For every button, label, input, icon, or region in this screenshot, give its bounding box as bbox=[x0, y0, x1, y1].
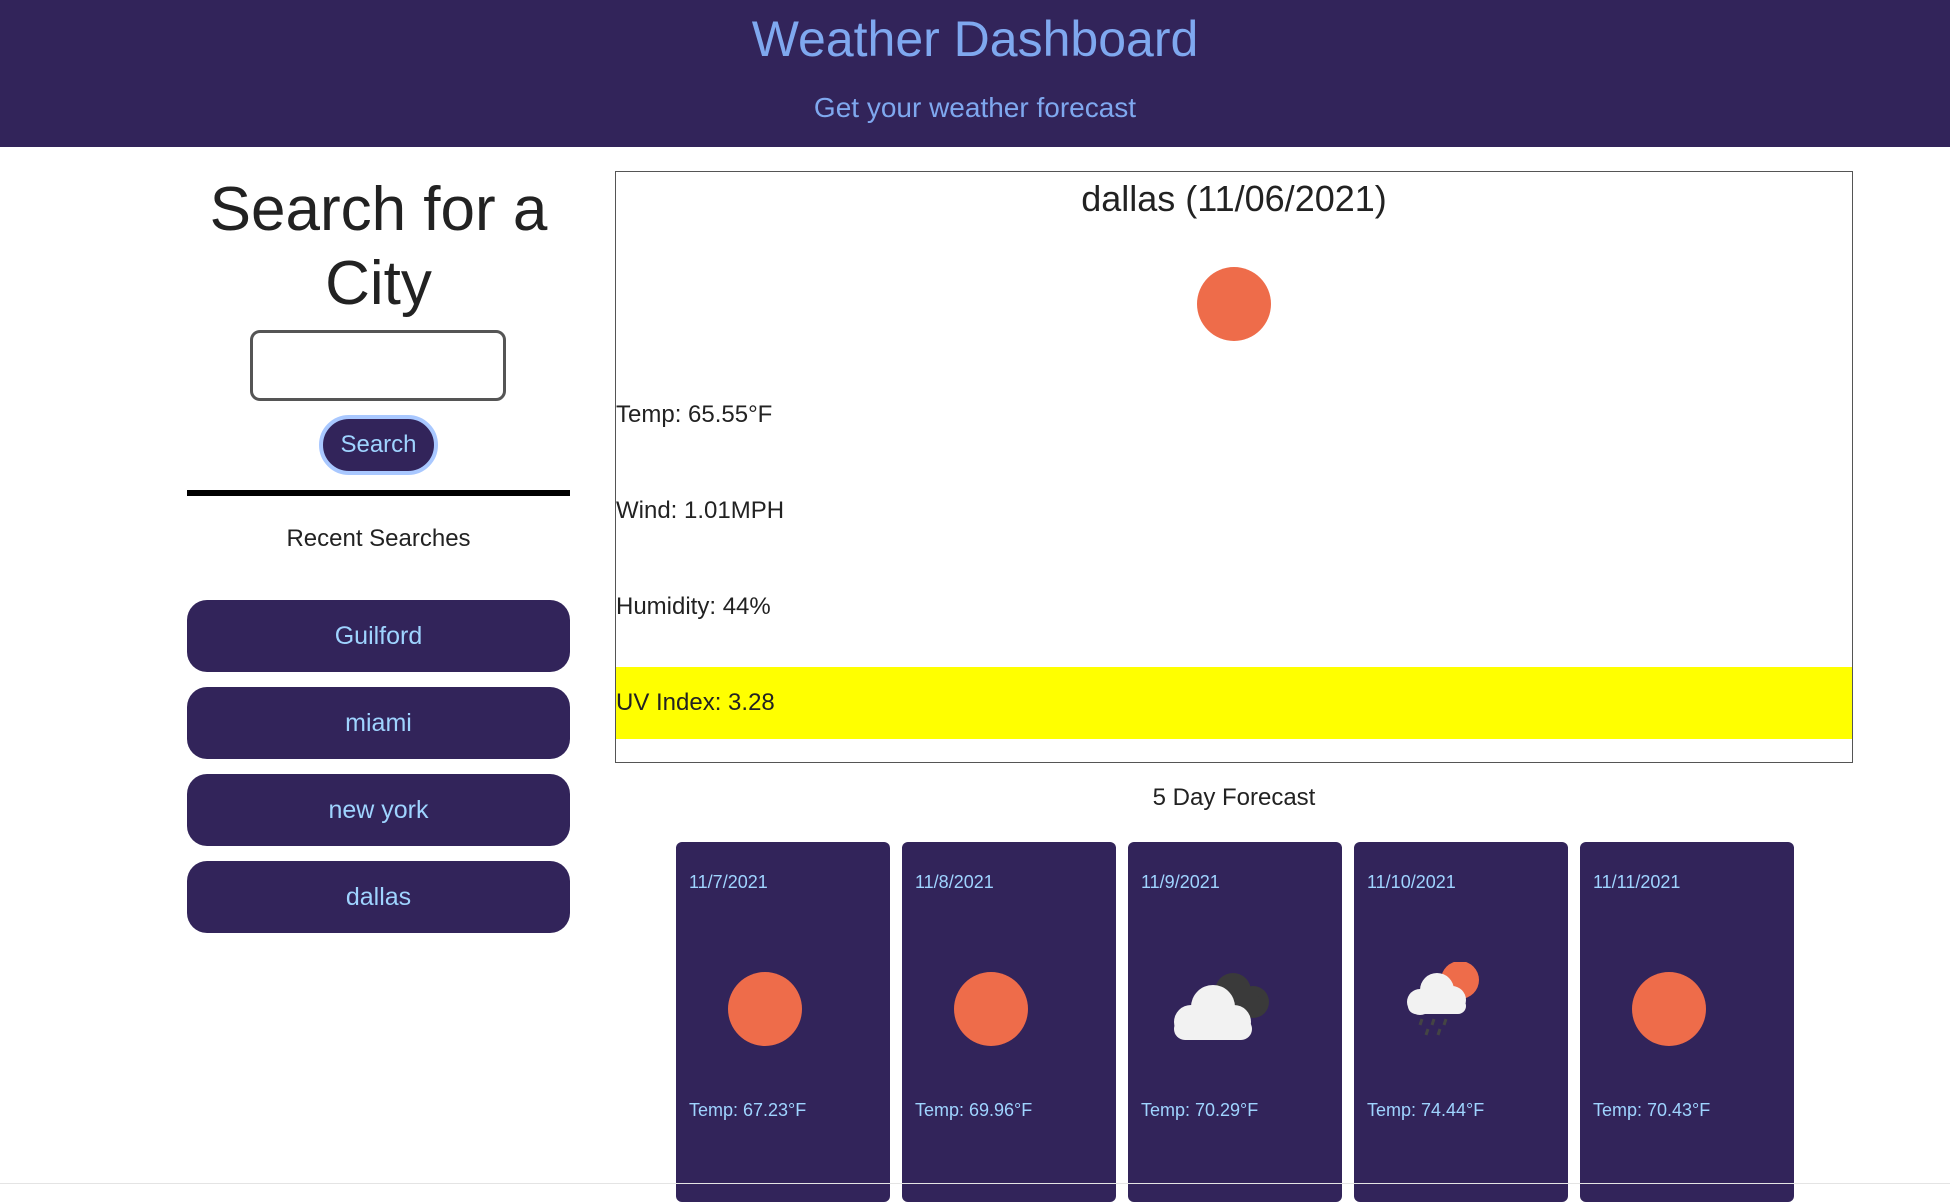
forecast-date: 11/11/2021 bbox=[1593, 872, 1681, 892]
sidebar-divider bbox=[187, 490, 570, 496]
current-uv-index: UV Index: 3.28 bbox=[616, 667, 1852, 739]
recent-search-button[interactable]: dallas bbox=[187, 861, 570, 933]
forecast-temp: Temp: 74.44°F bbox=[1367, 1100, 1485, 1120]
forecast-card: 11/7/2021 Temp: 67.23°F bbox=[676, 842, 890, 1202]
current-temp: Temp: 65.55°F bbox=[616, 401, 773, 428]
page-title: Weather Dashboard bbox=[751, 11, 1199, 67]
recent-search-button[interactable]: miami bbox=[187, 687, 570, 759]
forecast-date: 11/7/2021 bbox=[689, 872, 768, 892]
recent-search-button[interactable]: Guilford bbox=[187, 600, 570, 672]
forecast-temp: Temp: 70.29°F bbox=[1141, 1100, 1259, 1120]
page-header: Weather Dashboard Get your weather forec… bbox=[0, 0, 1950, 147]
forecast-card: 11/10/2021 Temp: 74.44°F bbox=[1354, 842, 1568, 1202]
page-subtitle: Get your weather forecast bbox=[813, 92, 1137, 123]
forecast-temp: Temp: 69.96°F bbox=[915, 1100, 1033, 1120]
city-search-input[interactable] bbox=[250, 330, 506, 401]
forecast-date: 11/9/2021 bbox=[1141, 872, 1220, 892]
sun-icon bbox=[954, 972, 1028, 1046]
forecast-card: 11/9/2021 Temp: 70.29°F bbox=[1128, 842, 1342, 1202]
forecast-temp: Temp: 70.43°F bbox=[1593, 1100, 1711, 1120]
sun-icon bbox=[728, 972, 802, 1046]
page-bottom-border bbox=[0, 1183, 1950, 1184]
forecast-card: 11/8/2021 Temp: 69.96°F bbox=[902, 842, 1116, 1202]
search-heading: Search for a City bbox=[209, 175, 548, 318]
forecast-date: 11/10/2021 bbox=[1367, 872, 1456, 892]
forecast-temp: Temp: 67.23°F bbox=[689, 1100, 807, 1120]
current-city-date: dallas (11/06/2021) bbox=[1081, 178, 1387, 219]
recent-searches-title: Recent Searches bbox=[286, 525, 471, 552]
current-humidity: Humidity: 44% bbox=[616, 593, 771, 620]
forecast-date: 11/8/2021 bbox=[915, 872, 994, 892]
forecast-title: 5 Day Forecast bbox=[1152, 784, 1316, 811]
rain-cloud-sun-icon bbox=[1407, 961, 1479, 1036]
recent-searches-list: Guilford miami new york dallas bbox=[187, 600, 570, 948]
current-wind: Wind: 1.01MPH bbox=[616, 497, 785, 524]
sun-icon bbox=[1632, 972, 1706, 1046]
recent-search-button[interactable]: new york bbox=[187, 774, 570, 846]
search-button[interactable]: Search bbox=[319, 415, 438, 475]
sun-icon bbox=[1197, 267, 1271, 341]
cloud-icon bbox=[1174, 973, 1269, 1040]
forecast-card: 11/11/2021 Temp: 70.43°F bbox=[1580, 842, 1794, 1202]
current-weather-card: dallas (11/06/2021) Temp: 65.55°F Wind: … bbox=[615, 171, 1853, 763]
